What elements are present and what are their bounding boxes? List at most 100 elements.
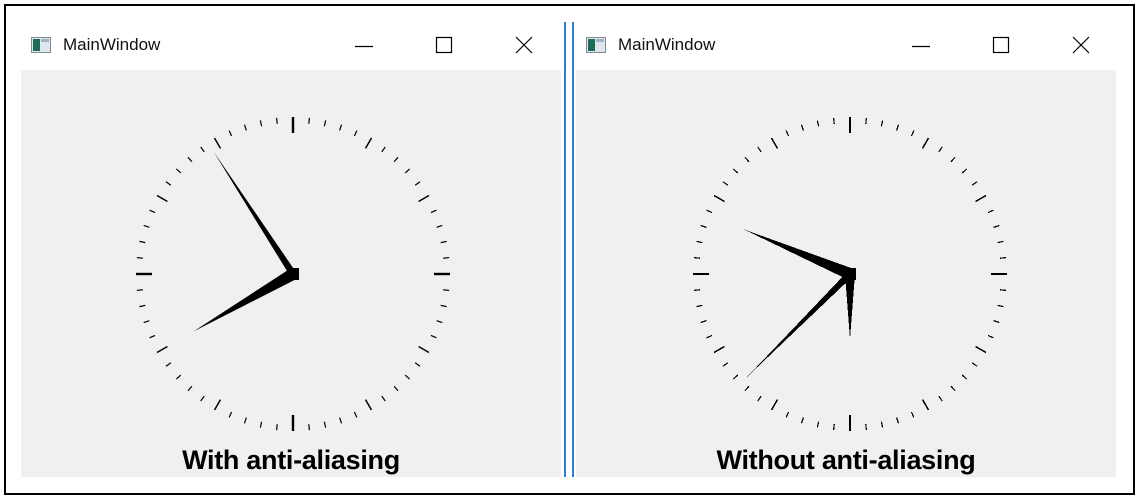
tick-mark xyxy=(381,395,386,402)
tick-mark xyxy=(938,146,943,153)
tick-mark xyxy=(865,424,868,431)
tick-mark xyxy=(713,345,725,354)
tick-mark xyxy=(993,320,1000,324)
close-button[interactable] xyxy=(511,32,537,58)
tick-mark xyxy=(880,120,884,127)
tick-mark xyxy=(722,181,729,186)
hour-hand xyxy=(845,274,855,339)
clock-hub xyxy=(844,268,856,280)
divider-line xyxy=(572,22,574,477)
tick-mark xyxy=(770,399,779,411)
tick-mark xyxy=(997,240,1004,244)
client-area: Without anti-aliasing xyxy=(576,70,1116,477)
caption-label: With anti-aliasing xyxy=(182,445,400,475)
tick-mark xyxy=(816,120,820,127)
tick-mark xyxy=(696,304,703,308)
tick-mark xyxy=(785,411,790,418)
tick-mark xyxy=(880,421,884,428)
tick-mark xyxy=(156,194,168,203)
tick-mark xyxy=(175,374,182,380)
maximize-button[interactable] xyxy=(988,32,1014,58)
tick-mark xyxy=(700,320,707,324)
tick-mark xyxy=(440,240,447,244)
tick-mark xyxy=(938,395,943,402)
tick-mark xyxy=(732,374,739,380)
tick-mark xyxy=(757,146,762,153)
tick-mark xyxy=(414,362,421,367)
tick-mark xyxy=(187,156,193,163)
tick-mark xyxy=(404,374,411,380)
close-icon xyxy=(1072,36,1090,54)
client-area: With anti-aliasing xyxy=(21,70,561,477)
tick-mark xyxy=(436,320,443,324)
tick-mark xyxy=(175,168,182,174)
tick-mark xyxy=(785,130,790,137)
tick-mark xyxy=(418,345,430,354)
tick-mark xyxy=(706,209,713,214)
tick-mark xyxy=(896,417,900,424)
tick-mark xyxy=(213,137,222,149)
tick-mark xyxy=(430,334,437,339)
window-title: MainWindow xyxy=(618,35,716,54)
title-bar[interactable]: MainWindow xyxy=(21,22,561,70)
tick-mark xyxy=(961,168,968,174)
tick-mark xyxy=(353,411,358,418)
tick-mark xyxy=(259,421,263,428)
analog-clock xyxy=(136,117,450,431)
analog-clock xyxy=(693,117,1007,431)
tick-mark xyxy=(713,194,725,203)
tick-mark xyxy=(443,256,450,259)
tick-mark xyxy=(832,424,835,431)
tick-mark xyxy=(975,194,987,203)
tick-mark xyxy=(228,411,233,418)
tick-mark xyxy=(139,304,146,308)
app-window-icon xyxy=(31,37,51,53)
tick-mark xyxy=(143,320,150,324)
tick-mark xyxy=(744,385,750,392)
tick-mark xyxy=(997,304,1004,308)
maximize-button[interactable] xyxy=(431,32,457,58)
tick-mark xyxy=(404,168,411,174)
minimize-button[interactable] xyxy=(908,32,934,58)
tick-mark xyxy=(865,117,868,124)
minute-hand xyxy=(193,268,296,332)
tick-mark xyxy=(722,362,729,367)
tick-mark xyxy=(800,417,804,424)
tick-mark xyxy=(200,395,205,402)
tick-mark xyxy=(696,240,703,244)
title-bar[interactable]: MainWindow xyxy=(576,22,1116,70)
tick-mark xyxy=(381,146,386,153)
tick-mark xyxy=(961,374,968,380)
tick-mark xyxy=(987,209,994,214)
maximize-icon xyxy=(992,36,1010,54)
tick-mark xyxy=(770,137,779,149)
tick-mark xyxy=(443,289,450,292)
tick-mark xyxy=(136,256,143,259)
close-button[interactable] xyxy=(1068,32,1094,58)
main-window-antialiased: MainWindow With anti-aliasing xyxy=(21,22,561,477)
tick-mark xyxy=(910,130,915,137)
tick-mark xyxy=(693,256,700,259)
divider-line xyxy=(564,22,566,477)
tick-mark xyxy=(308,117,311,124)
tick-mark xyxy=(200,146,205,153)
close-icon xyxy=(515,36,533,54)
tick-mark xyxy=(149,334,156,339)
tick-mark xyxy=(816,421,820,428)
tick-mark xyxy=(308,424,311,431)
tick-mark xyxy=(800,124,804,131)
tick-mark xyxy=(693,289,700,292)
tick-mark xyxy=(440,304,447,308)
tick-mark xyxy=(950,385,956,392)
tick-mark xyxy=(393,385,399,392)
tick-mark xyxy=(1000,256,1007,259)
tick-mark xyxy=(700,224,707,228)
tick-mark xyxy=(323,120,327,127)
tick-mark xyxy=(832,117,835,124)
tick-mark xyxy=(950,156,956,163)
minimize-button[interactable] xyxy=(351,32,377,58)
tick-mark xyxy=(259,120,263,127)
caption-label: Without anti-aliasing xyxy=(716,445,976,475)
tick-mark xyxy=(323,421,327,428)
clock-hub xyxy=(287,268,299,280)
